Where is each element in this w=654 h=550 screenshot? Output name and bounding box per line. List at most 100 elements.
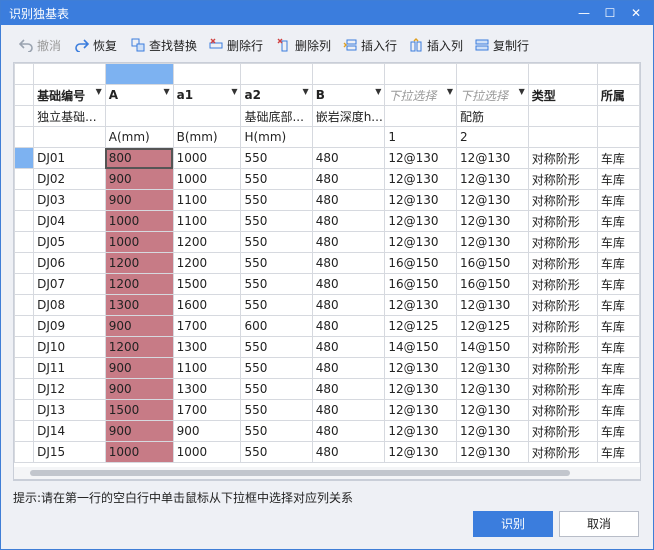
table-cell[interactable]: 12@130 xyxy=(456,378,529,400)
table-cell[interactable]: 车库 xyxy=(596,168,640,190)
table-cell[interactable]: 12@130 xyxy=(384,147,458,169)
table-cell[interactable]: 900 xyxy=(104,357,174,379)
table-cell[interactable]: 对称阶形 xyxy=(527,231,598,253)
column-header-cell[interactable] xyxy=(311,63,386,85)
table-cell[interactable]: 480 xyxy=(311,294,386,316)
table-cell[interactable]: 对称阶形 xyxy=(527,336,598,358)
table-cell[interactable]: A(mm) xyxy=(104,126,174,148)
table-cell[interactable]: 900 xyxy=(104,168,174,190)
table-cell[interactable]: 车库 xyxy=(596,189,640,211)
table-cell[interactable]: 车库 xyxy=(596,357,640,379)
table-cell[interactable]: DJ03 xyxy=(33,189,106,211)
column-mapping-dropdown[interactable]: B ▼ xyxy=(311,84,386,106)
table-cell[interactable] xyxy=(596,105,640,127)
dropdown-arrow-icon[interactable]: ▼ xyxy=(447,87,453,96)
table-cell[interactable]: DJ11 xyxy=(33,357,106,379)
table-cell[interactable]: 480 xyxy=(311,147,386,169)
column-mapping-dropdown[interactable]: a2 ▼ xyxy=(240,84,313,106)
table-cell[interactable]: 对称阶形 xyxy=(527,252,598,274)
table-cell[interactable]: DJ10 xyxy=(33,336,106,358)
column-header-cell[interactable] xyxy=(384,63,458,85)
table-cell[interactable]: 1500 xyxy=(104,399,174,421)
table-cell[interactable]: DJ02 xyxy=(33,168,106,190)
table-cell[interactable]: 550 xyxy=(240,357,313,379)
close-button[interactable]: ✕ xyxy=(623,1,649,25)
table-cell[interactable]: 12@130 xyxy=(456,399,529,421)
table-cell[interactable]: 配筋 xyxy=(456,105,529,127)
row-header-cell[interactable] xyxy=(14,252,35,274)
table-cell[interactable]: H(mm) xyxy=(240,126,313,148)
table-cell[interactable]: 16@150 xyxy=(384,273,458,295)
table-cell[interactable]: 独立基础... xyxy=(33,105,106,127)
table-cell[interactable] xyxy=(311,126,386,148)
insert-col-button[interactable]: 插入列 xyxy=(409,35,463,55)
table-cell[interactable]: 对称阶形 xyxy=(527,189,598,211)
dropdown-arrow-icon[interactable]: ▼ xyxy=(96,87,102,96)
table-cell[interactable] xyxy=(596,126,640,148)
dropdown-arrow-icon[interactable]: ▼ xyxy=(163,87,169,96)
table-cell[interactable]: 900 xyxy=(104,420,174,442)
table-cell[interactable]: 车库 xyxy=(596,399,640,421)
table-cell[interactable]: 车库 xyxy=(596,441,640,463)
dropdown-arrow-icon[interactable]: ▼ xyxy=(519,87,525,96)
find-replace-button[interactable]: 查找替换 xyxy=(131,35,197,55)
table-cell[interactable]: 1000 xyxy=(172,168,242,190)
table-cell[interactable]: 对称阶形 xyxy=(527,378,598,400)
row-header-cell[interactable] xyxy=(14,147,35,169)
table-cell[interactable]: 14@150 xyxy=(384,336,458,358)
table-cell[interactable]: 12@130 xyxy=(456,189,529,211)
table-cell[interactable]: 12@125 xyxy=(384,315,458,337)
table-cell[interactable]: 对称阶形 xyxy=(527,441,598,463)
table-cell[interactable]: 16@150 xyxy=(456,273,529,295)
row-header-cell[interactable] xyxy=(14,189,35,211)
table-cell[interactable] xyxy=(104,105,174,127)
table-cell[interactable]: 550 xyxy=(240,189,313,211)
table-cell[interactable]: 车库 xyxy=(596,252,640,274)
table-cell[interactable]: 1700 xyxy=(172,315,242,337)
table-cell[interactable]: 12@130 xyxy=(384,399,458,421)
table-cell[interactable]: 480 xyxy=(311,273,386,295)
table-cell[interactable]: 车库 xyxy=(596,147,640,169)
column-header-cell[interactable] xyxy=(33,63,106,85)
table-cell[interactable]: 12@130 xyxy=(456,420,529,442)
table-cell[interactable]: 480 xyxy=(311,378,386,400)
row-header-cell[interactable] xyxy=(14,336,35,358)
table-cell[interactable]: 车库 xyxy=(596,378,640,400)
column-header-cell[interactable] xyxy=(527,63,598,85)
table-cell[interactable]: 车库 xyxy=(596,294,640,316)
table-cell[interactable]: 对称阶形 xyxy=(527,315,598,337)
table-cell[interactable]: 基础底部... xyxy=(240,105,313,127)
table-cell[interactable]: 480 xyxy=(311,315,386,337)
table-cell[interactable]: 对称阶形 xyxy=(527,399,598,421)
delete-col-button[interactable]: 删除列 xyxy=(277,35,331,55)
table-cell[interactable]: 1100 xyxy=(172,357,242,379)
table-cell[interactable]: 1700 xyxy=(172,399,242,421)
table-cell[interactable]: 对称阶形 xyxy=(527,420,598,442)
table-cell[interactable]: 1100 xyxy=(172,210,242,232)
row-header-cell[interactable] xyxy=(14,231,35,253)
row-header-cell[interactable] xyxy=(14,294,35,316)
table-cell[interactable]: 480 xyxy=(311,441,386,463)
table-cell[interactable]: 车库 xyxy=(596,420,640,442)
table-cell[interactable]: DJ01 xyxy=(33,147,106,169)
table-cell[interactable]: DJ12 xyxy=(33,378,106,400)
table-cell[interactable]: 1300 xyxy=(172,378,242,400)
table-cell[interactable]: 1000 xyxy=(172,147,242,169)
table-cell[interactable]: 550 xyxy=(240,210,313,232)
table-cell[interactable]: 12@125 xyxy=(456,315,529,337)
row-header-cell[interactable] xyxy=(14,399,35,421)
table-cell[interactable]: 600 xyxy=(240,315,313,337)
column-header-cell[interactable] xyxy=(240,63,313,85)
table-cell[interactable]: DJ09 xyxy=(33,315,106,337)
undo-button[interactable]: 撤消 xyxy=(19,35,61,55)
table-cell[interactable]: 12@130 xyxy=(456,168,529,190)
table-cell[interactable]: 900 xyxy=(172,420,242,442)
table-cell[interactable]: 对称阶形 xyxy=(527,357,598,379)
table-cell[interactable]: 16@150 xyxy=(456,252,529,274)
dropdown-arrow-icon[interactable]: ▼ xyxy=(375,87,381,96)
row-header-cell[interactable] xyxy=(14,273,35,295)
table-cell[interactable]: DJ08 xyxy=(33,294,106,316)
table-cell[interactable]: 550 xyxy=(240,273,313,295)
table-cell[interactable]: 1200 xyxy=(104,252,174,274)
table-cell[interactable]: DJ13 xyxy=(33,399,106,421)
